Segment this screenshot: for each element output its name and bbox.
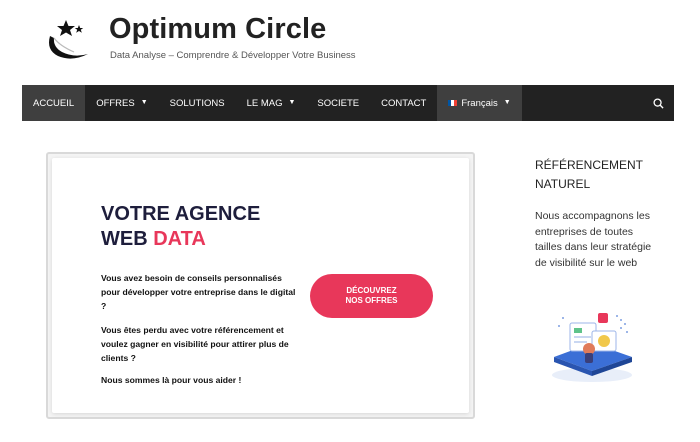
chevron-down-icon: ▼ xyxy=(288,98,296,106)
site-title[interactable]: Optimum Circle xyxy=(109,13,326,46)
language-label: Français xyxy=(461,97,498,109)
hero-title-line1: VOTRE AGENCE xyxy=(101,203,261,225)
hero-title-accent: DATA xyxy=(153,228,206,250)
hero-paragraph-1: Vous avez besoin de conseils personnalis… xyxy=(101,273,296,311)
search-icon xyxy=(653,97,664,109)
logo[interactable] xyxy=(44,16,94,62)
discover-offers-button[interactable]: DÉCOUVREZ NOS OFFRES xyxy=(310,274,433,318)
nav-item-label: SOCIETE xyxy=(317,97,360,109)
nav-item-solutions[interactable]: SOLUTIONS xyxy=(159,85,236,121)
hero-title-prefix: WEB xyxy=(101,228,154,250)
nav-item-label: SOLUTIONS xyxy=(169,97,225,109)
search-button[interactable] xyxy=(653,85,664,121)
language-selector[interactable]: Français ▼ xyxy=(437,85,522,121)
site-tagline: Data Analyse – Comprendre & Développer V… xyxy=(110,50,356,61)
sidebar-title[interactable]: RÉFÉRENCEMENT NATUREL xyxy=(535,156,655,194)
hero-title: VOTRE AGENCE WEB DATA xyxy=(101,202,260,252)
seo-illustration xyxy=(540,305,645,385)
nav-item-le-mag[interactable]: LE MAG ▼ xyxy=(236,85,307,121)
nav-item-label: ACCUEIL xyxy=(33,97,75,109)
nav-item-label: CONTACT xyxy=(381,97,427,109)
hero-inner: VOTRE AGENCE WEB DATA Vous avez besoin d… xyxy=(52,158,469,413)
hero-title-line2: WEB DATA xyxy=(101,227,260,252)
chevron-down-icon: ▼ xyxy=(140,98,148,106)
french-flag-icon xyxy=(448,100,458,106)
hero-card: VOTRE AGENCE WEB DATA Vous avez besoin d… xyxy=(46,152,475,419)
hero-paragraph-2: Vous êtes perdu avec votre référencement… xyxy=(101,325,289,363)
site-header: Optimum Circle Data Analyse – Comprendre… xyxy=(0,0,700,85)
nav-item-accueil[interactable]: ACCUEIL xyxy=(22,85,86,121)
chevron-down-icon: ▼ xyxy=(503,98,511,106)
nav-item-offres[interactable]: OFFRES ▼ xyxy=(85,85,158,121)
nav-item-label: LE MAG xyxy=(246,97,283,109)
main-navigation: ACCUEIL OFFRES ▼ SOLUTIONS LE MAG ▼ SOCI… xyxy=(22,85,674,121)
nav-item-label: OFFRES xyxy=(96,97,135,109)
sidebar-text: Nous accompagnons les entreprises de tou… xyxy=(535,210,652,269)
nav-item-societe[interactable]: SOCIETE xyxy=(306,85,370,121)
hero-paragraph-3: Nous sommes là pour vous aider ! xyxy=(101,375,242,385)
nav-item-contact[interactable]: CONTACT xyxy=(370,85,437,121)
